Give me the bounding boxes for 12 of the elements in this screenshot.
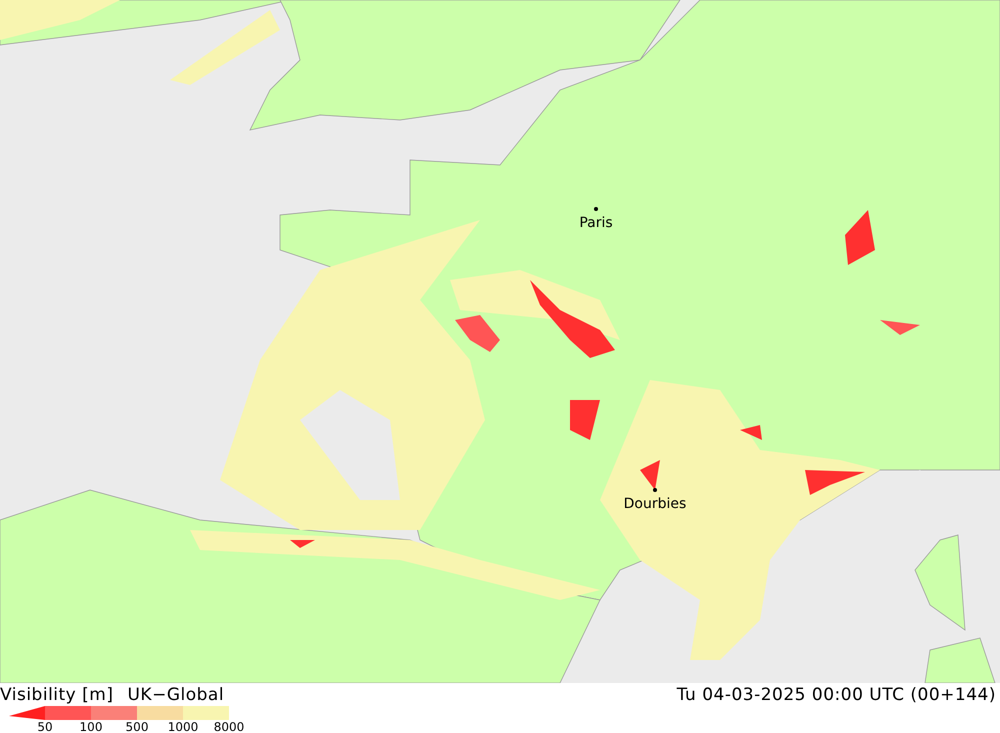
scale-label: 1000 bbox=[168, 720, 198, 733]
scale-label: 8000 bbox=[214, 720, 244, 733]
city-marker-icon bbox=[653, 488, 657, 492]
model-label: UK−Global bbox=[127, 685, 224, 705]
city-marker-icon bbox=[594, 207, 598, 211]
quantity-label: Visibility [m] bbox=[0, 685, 114, 705]
city-label: Dourbies bbox=[624, 496, 686, 512]
city-label: Paris bbox=[579, 215, 613, 231]
scale-label: 50 bbox=[37, 720, 53, 733]
scale-label: 500 bbox=[126, 720, 148, 733]
scale-label: 100 bbox=[80, 720, 102, 733]
valid-time: Tu 04-03-2025 00:00 UTC (00+144) bbox=[676, 685, 996, 705]
